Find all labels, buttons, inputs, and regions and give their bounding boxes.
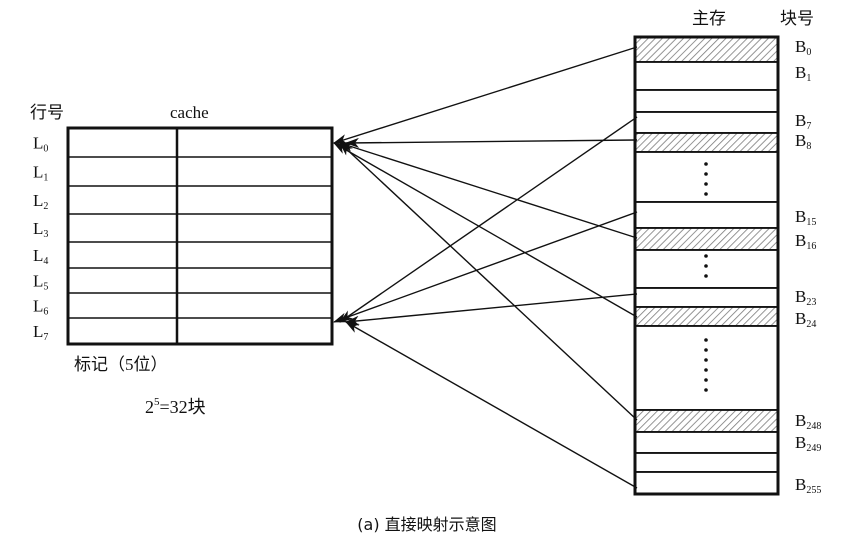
mapping-arrows: [333, 46, 638, 489]
memory-block: [634, 452, 779, 473]
mapping-arrow: [339, 142, 638, 239]
memory-block-hatched: [634, 132, 779, 153]
line-label-subscript: 6: [43, 307, 48, 318]
block-label-subscript: 24: [806, 319, 816, 330]
mapping-arrow: [339, 142, 638, 421]
line-label-subscript: 2: [43, 201, 48, 212]
block-label-base: B: [795, 63, 806, 82]
memory-block-hatched: [634, 306, 779, 327]
cache-line-label: L1: [33, 163, 48, 184]
memory-block-hatched: [634, 36, 779, 63]
line-label-base: L: [33, 272, 43, 291]
figure-caption: (a) 直接映射示意图: [357, 515, 496, 534]
memory-block-label: B1: [795, 63, 811, 84]
mapping-arrow: [345, 293, 638, 326]
line-label-subscript: 5: [43, 282, 48, 293]
block-label-subscript: 249: [806, 443, 821, 454]
cache-table: [66, 126, 334, 346]
mapping-arrow: [333, 211, 638, 323]
block-label-base: B: [795, 37, 806, 56]
tag-label: 标记（5位）: [74, 355, 168, 374]
formula-base: 2: [145, 397, 154, 417]
line-label-base: L: [33, 134, 43, 153]
memory-block-label: B7: [795, 111, 811, 132]
memory-block: [634, 431, 779, 454]
cache-line-label: L2: [33, 191, 48, 212]
block-label-base: B: [795, 309, 806, 328]
line-label-subscript: 7: [43, 332, 48, 343]
memory-block-label: B0: [795, 37, 811, 58]
cache-line-label: L3: [33, 219, 48, 240]
cache-line-label: L7: [33, 322, 48, 343]
formula-rest: =32块: [160, 397, 206, 417]
row-number-header: 行号: [30, 103, 64, 122]
line-label-base: L: [33, 163, 43, 182]
memory-block-label: B255: [795, 475, 821, 496]
block-label-base: B: [795, 287, 806, 306]
memory-block-hatched: [634, 409, 779, 433]
memory-block-label: B249: [795, 433, 821, 454]
line-label-subscript: 3: [43, 229, 48, 240]
line-label-base: L: [33, 246, 43, 265]
block-label-subscript: 248: [806, 421, 821, 432]
block-label-subscript: 8: [806, 141, 811, 152]
block-label-subscript: 0: [806, 47, 811, 58]
block-label-base: B: [795, 475, 806, 494]
memory-block: [634, 89, 779, 113]
block-label-base: B: [795, 411, 806, 430]
memory-block: [634, 471, 779, 495]
memory-block-label: B248: [795, 411, 821, 432]
memory-block-label: B16: [795, 231, 816, 252]
cache-line-label: L6: [33, 297, 48, 318]
cache-frame: [66, 126, 334, 346]
cache-line-label: L0: [33, 134, 48, 155]
direct-mapping-diagram: 行号 cache 主存 块号 L0L1L2L3L4L5L6L7 标记（5位） 2…: [30, 9, 821, 534]
memory-block-label: B8: [795, 131, 811, 152]
block-label-base: B: [795, 433, 806, 452]
main-memory-title: 主存: [692, 9, 726, 28]
cache-line-labels: L0L1L2L3L4L5L6L7: [33, 134, 48, 344]
block-label-subscript: 7: [806, 121, 811, 132]
block-label-subscript: 16: [806, 241, 816, 252]
cache-line-label: L4: [33, 246, 48, 267]
line-label-subscript: 1: [43, 173, 48, 184]
memory-block: [634, 287, 779, 308]
memory-block-hatched: [634, 227, 779, 251]
block-label-base: B: [795, 131, 806, 150]
memory-block-labels: B0B1B7B8B15B16B23B24B248B249B255: [795, 37, 821, 496]
memory-block-label: B15: [795, 207, 816, 228]
line-label-subscript: 4: [43, 256, 48, 267]
mapping-arrow: [345, 137, 638, 148]
memory-block: [634, 61, 779, 91]
block-label-subscript: 23: [806, 297, 816, 308]
line-label-base: L: [33, 191, 43, 210]
line-label-subscript: 0: [43, 144, 48, 155]
memory-block: [634, 111, 779, 134]
block-label-base: B: [795, 207, 806, 226]
memory-block-label: B23: [795, 287, 816, 308]
block-number-header: 块号: [780, 9, 814, 28]
line-label-base: L: [33, 219, 43, 238]
memory-block-label: B24: [795, 309, 816, 330]
capacity-formula: 25=32块: [145, 396, 206, 417]
cache-line-label: L5: [33, 272, 48, 293]
mapping-arrow: [333, 142, 638, 318]
mapping-arrow: [333, 46, 638, 144]
line-label-base: L: [33, 297, 43, 316]
block-label-base: B: [795, 111, 806, 130]
block-label-subscript: 255: [806, 485, 821, 496]
cache-title: cache: [170, 103, 209, 122]
block-label-base: B: [795, 231, 806, 250]
block-label-subscript: 1: [806, 73, 811, 84]
line-label-base: L: [33, 322, 43, 341]
memory-block: [634, 201, 779, 229]
mapping-arrow: [345, 321, 638, 489]
block-label-subscript: 15: [806, 217, 816, 228]
